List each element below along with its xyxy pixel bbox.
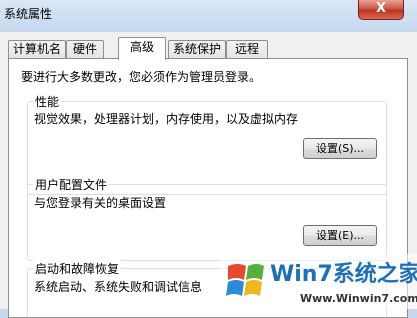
close-button[interactable]: X: [358, 0, 404, 20]
tab-label: 高级: [129, 40, 154, 54]
performance-group-title: 性能: [33, 93, 62, 110]
window-title: 系统属性: [4, 7, 53, 21]
tab-computer-name[interactable]: 计算机名: [8, 40, 66, 59]
watermark-url: Www.Winwin7.com: [300, 292, 417, 305]
user-profiles-description: 与您登录有关的桌面设置: [34, 196, 167, 210]
startup-recovery-group-title: 启动和故障恢复: [33, 260, 122, 277]
title-bar: 系统属性 X: [0, 0, 417, 32]
tab-hardware[interactable]: 硬件: [66, 40, 104, 59]
startup-recovery-description: 系统启动、系统失败和调试信息: [34, 280, 203, 294]
tab-label: 远程: [234, 42, 259, 56]
tab-remote[interactable]: 远程: [226, 40, 268, 59]
tab-advanced[interactable]: 高级: [118, 37, 166, 60]
tab-label: 硬件: [72, 42, 97, 56]
watermark-brand: Win7系统之家: [270, 261, 417, 287]
user-profiles-settings-button[interactable]: 设置(E)...: [303, 225, 377, 246]
user-profiles-group-title: 用户配置文件: [33, 176, 110, 193]
close-icon: X: [375, 1, 387, 16]
performance-settings-button[interactable]: 设置(S)...: [303, 138, 377, 159]
performance-description: 视觉效果，处理器计划，内存使用，以及虚拟内存: [34, 112, 299, 126]
tab-system-protection[interactable]: 系统保护: [168, 40, 226, 59]
win7-watermark-logo: Win7系统之家 Www.Winwin7.com: [220, 254, 417, 309]
tab-label: 系统保护: [172, 42, 221, 56]
tab-label: 计算机名: [12, 42, 61, 56]
admin-notice: 要进行大多数更改，您必须作为管理员登录。: [21, 70, 262, 84]
